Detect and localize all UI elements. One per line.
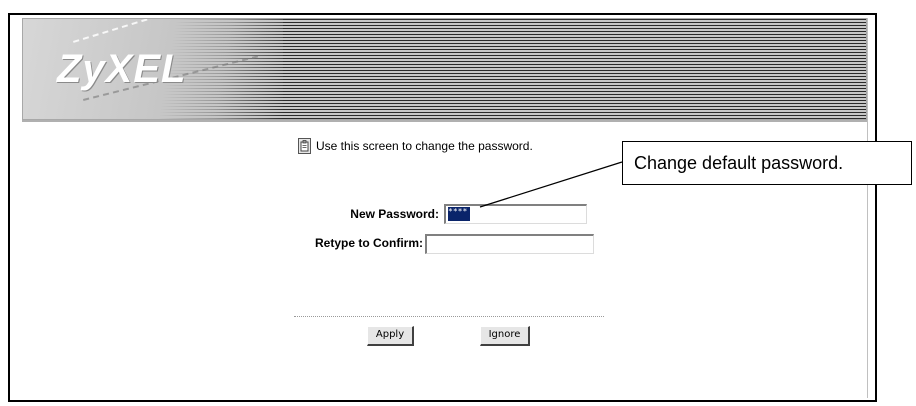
new-password-value: **** <box>448 207 470 221</box>
content-right-border <box>867 18 868 398</box>
banner-divider <box>22 120 867 122</box>
new-password-field[interactable]: **** <box>444 204 587 224</box>
hint-row: Use this screen to change the password. <box>298 138 533 154</box>
apply-button[interactable]: Apply <box>367 326 414 346</box>
retype-password-field[interactable] <box>425 234 594 254</box>
retype-password-label: Retype to Confirm: <box>315 236 423 250</box>
new-password-label: New Password: <box>350 207 439 221</box>
ignore-button[interactable]: Ignore <box>480 326 530 346</box>
button-separator <box>294 316 604 317</box>
annotation-callout: Change default password. <box>622 141 912 185</box>
header-banner: ZyXEL <box>22 18 867 120</box>
note-icon <box>298 138 311 154</box>
zyxel-logo: ZyXEL <box>57 47 187 91</box>
hint-text: Use this screen to change the password. <box>316 139 533 153</box>
browser-frame: ZyXEL <box>8 13 877 402</box>
